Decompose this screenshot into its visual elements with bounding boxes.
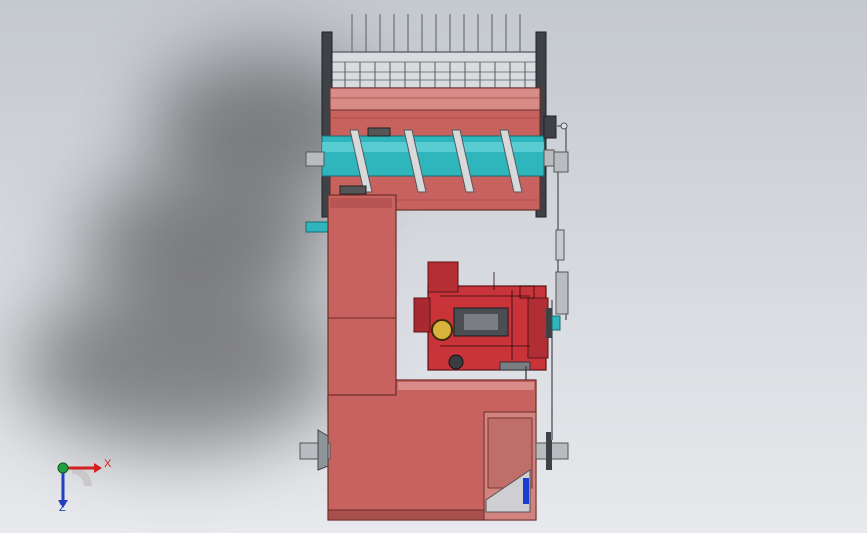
engine-output-stub: [551, 315, 561, 331]
left-fan-blade: [317, 429, 329, 471]
auger-shaft-right: [543, 149, 555, 167]
axis-triad: [57, 462, 102, 508]
engine-fan-hub: [448, 354, 464, 370]
engine-flywheel-housing: [527, 297, 549, 359]
blue-indicator: [523, 478, 529, 504]
feeder-throat: [327, 194, 397, 411]
linkage-pivot: [560, 122, 568, 130]
lower-shaft-left: [305, 221, 331, 233]
engine-left-manifold: [413, 297, 431, 333]
engine-valve-cover-inner: [464, 314, 498, 330]
auger-bracket-bottom: [339, 185, 367, 195]
harvester-assembly-model[interactable]: [0, 0, 867, 533]
header-top-strip: [329, 87, 541, 111]
linkage-block-upper: [553, 151, 569, 173]
cad-viewport[interactable]: X Z: [0, 0, 867, 533]
triad-z-label: Z: [59, 502, 66, 514]
triad-y-axis: [57, 462, 69, 474]
upper-bearing-right: [543, 115, 557, 139]
engine-right-flange: [546, 308, 552, 338]
triad-x-label: X: [104, 458, 112, 470]
triad-x-arrow: [94, 463, 102, 473]
engine-assembly[interactable]: [413, 261, 561, 380]
triad-arc: [71, 466, 92, 487]
feeder-throat-shade: [330, 198, 392, 208]
engine-top-module: [427, 261, 459, 293]
linkage-block-mid: [555, 229, 565, 261]
auger-bracket-top: [367, 127, 391, 137]
engine-pulley: [431, 319, 453, 341]
auger-shaft-left: [305, 151, 325, 167]
lower-housing-top-shade: [398, 382, 534, 390]
linkage-block-lower: [555, 271, 569, 315]
